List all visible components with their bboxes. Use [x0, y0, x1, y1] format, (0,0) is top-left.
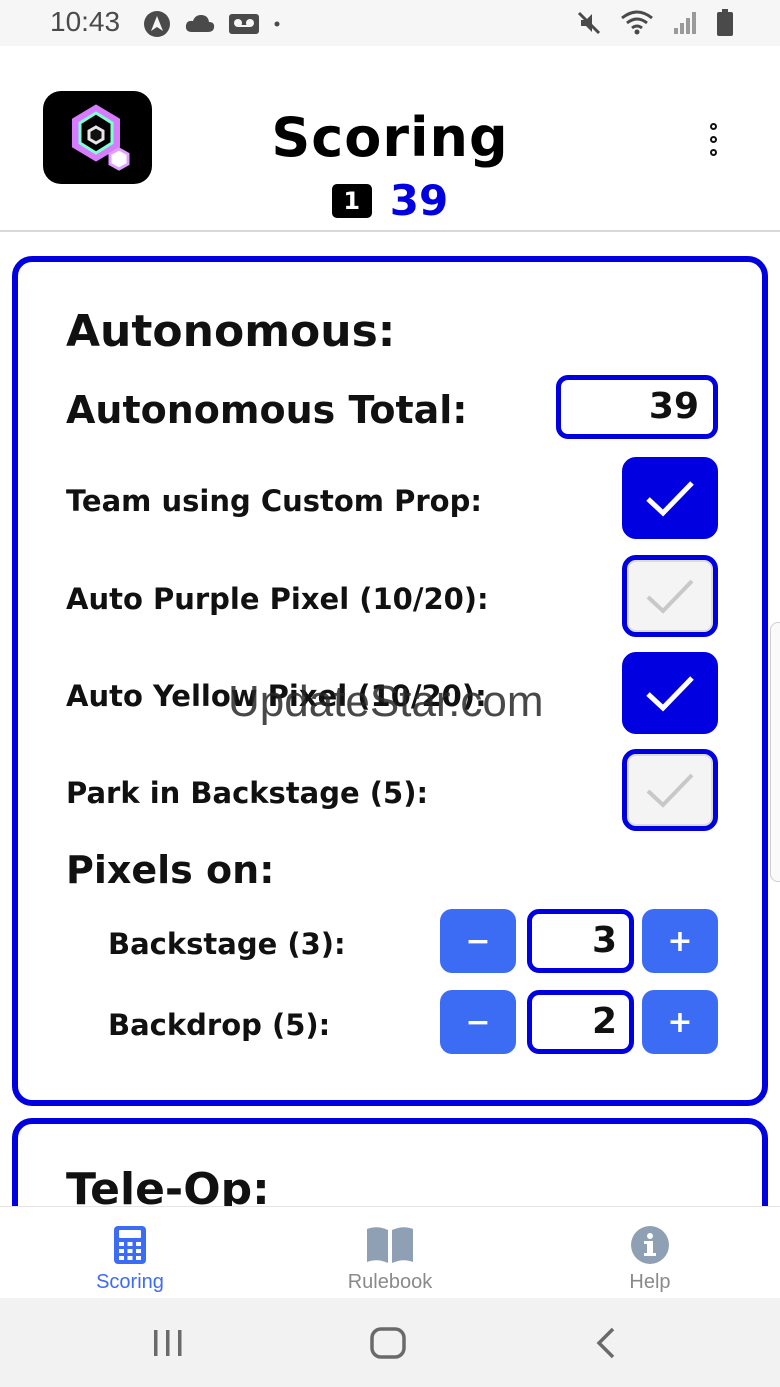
check-icon [646, 676, 694, 712]
book-icon [367, 1227, 413, 1263]
nav-item-help[interactable]: Help [520, 1207, 780, 1299]
battery-icon [717, 9, 733, 36]
autonomous-heading: Autonomous: [66, 306, 396, 357]
autonomous-total-label: Autonomous Total: [66, 388, 468, 432]
autonomous-total-value: 39 [556, 375, 718, 439]
nav-label-scoring: Scoring [96, 1271, 164, 1293]
backdrop-decrement-button[interactable]: − [440, 990, 516, 1054]
auto-purple-pixel-label: Auto Purple Pixel (10/20): [66, 582, 489, 616]
more-vert-icon [709, 122, 717, 130]
nav-label-rulebook: Rulebook [347, 1271, 433, 1293]
nav-label-help: Help [629, 1271, 671, 1293]
park-backstage-label: Park in Backstage (5): [66, 776, 429, 810]
signal-icon [674, 12, 696, 34]
backstage-pixels-value: 3 [527, 909, 634, 973]
scoring-content[interactable]: Autonomous: Autonomous Total: 39 Team us… [0, 232, 780, 1206]
custom-prop-checkbox[interactable] [622, 457, 718, 539]
nav-item-rulebook[interactable]: Rulebook [260, 1207, 520, 1299]
scroll-edge-handle[interactable] [770, 622, 780, 882]
park-backstage-checkbox[interactable] [622, 749, 718, 831]
status-bar: 10:43 [0, 0, 780, 46]
cloud-icon [185, 15, 215, 32]
check-icon [646, 773, 694, 808]
mute-icon [577, 11, 601, 35]
backdrop-pixels-label: Backdrop (5): [108, 1008, 331, 1042]
wifi-icon [621, 10, 653, 35]
check-icon [646, 579, 694, 614]
backstage-increment-button[interactable]: + [642, 909, 718, 973]
page-title: Scoring [271, 106, 509, 169]
nav-item-scoring[interactable]: Scoring [0, 1207, 260, 1299]
back-icon[interactable] [594, 1326, 618, 1360]
teleop-heading: Tele-Op: [66, 1164, 270, 1206]
backdrop-pixels-value: 2 [527, 990, 634, 1054]
home-icon[interactable] [369, 1326, 407, 1360]
dot-icon [274, 21, 280, 27]
backstage-decrement-button[interactable]: − [440, 909, 516, 973]
status-icons-right [576, 9, 734, 37]
watermark: UpdateStar.com [228, 677, 544, 726]
status-time: 10:43 [50, 6, 121, 37]
team-badge: 1 [331, 183, 372, 218]
calculator-icon [114, 1226, 146, 1264]
total-score: 39 [389, 176, 449, 225]
check-icon [646, 481, 694, 517]
auto-purple-pixel-checkbox[interactable] [622, 555, 718, 637]
teleop-card: Tele-Op: [12, 1118, 768, 1206]
info-icon [631, 1226, 669, 1264]
pixels-on-heading: Pixels on: [66, 848, 275, 892]
recent-apps-icon[interactable] [150, 1328, 186, 1358]
backstage-pixels-label: Backstage (3): [108, 927, 346, 961]
score-line: 1 39 [0, 176, 780, 225]
overflow-menu-button[interactable] [695, 116, 731, 162]
voicemail-icon [229, 14, 259, 34]
auto-yellow-pixel-checkbox[interactable] [622, 652, 718, 734]
backdrop-increment-button[interactable]: + [642, 990, 718, 1054]
nav-arrow-icon [144, 11, 170, 37]
app-header: Scoring 1 39 [0, 46, 780, 232]
status-icons-left [142, 9, 282, 39]
system-nav-bar [0, 1298, 780, 1387]
custom-prop-label: Team using Custom Prop: [66, 484, 482, 518]
bottom-nav: Scoring Rulebook Help [0, 1206, 780, 1298]
